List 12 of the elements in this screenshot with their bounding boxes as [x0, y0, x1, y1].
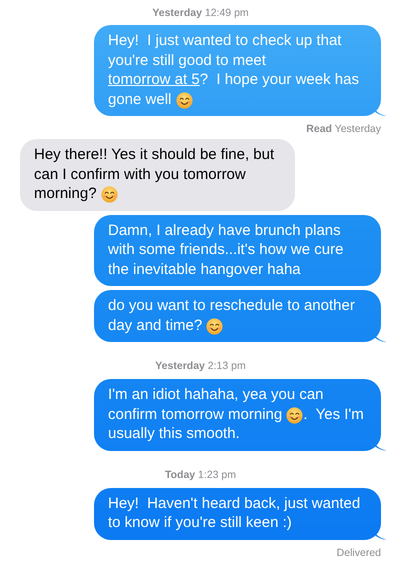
delivery-status: Delivered — [336, 546, 381, 558]
timestamp: Yesterday 12:49 pm — [152, 7, 249, 19]
sent-message: Damn, I already have brunch plans with some friends...it's how we cure the inevitable hangover haha — [94, 214, 381, 286]
delivery-status: Read Yesterday — [306, 123, 381, 135]
date-link[interactable]: tomorrow at 5 — [108, 71, 200, 88]
smiley-icon — [286, 406, 304, 424]
smiley-icon — [176, 92, 193, 108]
smiley-icon — [100, 186, 118, 203]
timestamp: Yesterday 2:13 pm — [155, 360, 246, 372]
smiley-icon — [206, 318, 224, 334]
timestamp: Today 1:23 pm — [164, 468, 236, 480]
received-message: Hey there!! Yes it should be fine, but can I confirm with you tomorrow morning? — [20, 139, 295, 210]
